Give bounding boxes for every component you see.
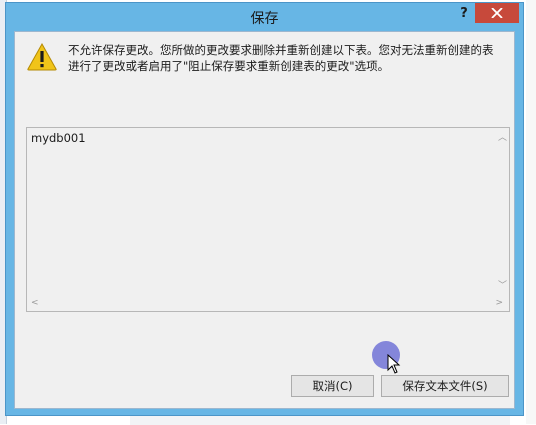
dialog-titlebar[interactable]: 保存 ?	[6, 3, 523, 31]
warning-icon	[27, 43, 57, 71]
dialog-body: 不允许保存更改。您所做的更改要求删除并重新创建以下表。您对无法重新创建的表 进行…	[14, 31, 515, 409]
horizontal-scrollbar[interactable]: < >	[27, 297, 509, 311]
mouse-cursor-icon	[387, 354, 401, 374]
chevron-right-icon[interactable]: >	[495, 298, 503, 308]
vertical-scrollbar[interactable]: ︿ ﹀	[495, 128, 509, 298]
close-button[interactable]	[475, 3, 519, 23]
background-window-right	[526, 0, 536, 424]
chevron-up-icon[interactable]: ︿	[498, 130, 507, 143]
dialog-title: 保存	[250, 11, 279, 27]
chevron-down-icon[interactable]: ﹀	[498, 278, 507, 291]
cancel-button[interactable]: 取消(C)	[291, 375, 374, 397]
table-list[interactable]: mydb001 ︿ ﹀ < >	[26, 127, 510, 312]
help-button[interactable]: ?	[454, 6, 474, 24]
chevron-left-icon[interactable]: <	[31, 298, 39, 308]
dialog-message: 不允许保存更改。您所做的更改要求删除并重新创建以下表。您对无法重新创建的表 进行…	[68, 42, 508, 74]
save-dialog: 保存 ? 不允许保存更改。您所做的更改要求删除并重新创建以下表。您对无法重新创建…	[5, 2, 524, 416]
save-text-file-button[interactable]: 保存文本文件(S)	[381, 375, 509, 397]
list-item[interactable]: mydb001	[31, 131, 86, 145]
close-icon	[491, 8, 503, 18]
message-line-1: 不允许保存更改。您所做的更改要求删除并重新创建以下表。您对无法重新创建的表	[68, 43, 494, 57]
message-line-2: 进行了更改或者启用了"阻止保存要求重新创建表的更改"选项。	[68, 59, 390, 73]
